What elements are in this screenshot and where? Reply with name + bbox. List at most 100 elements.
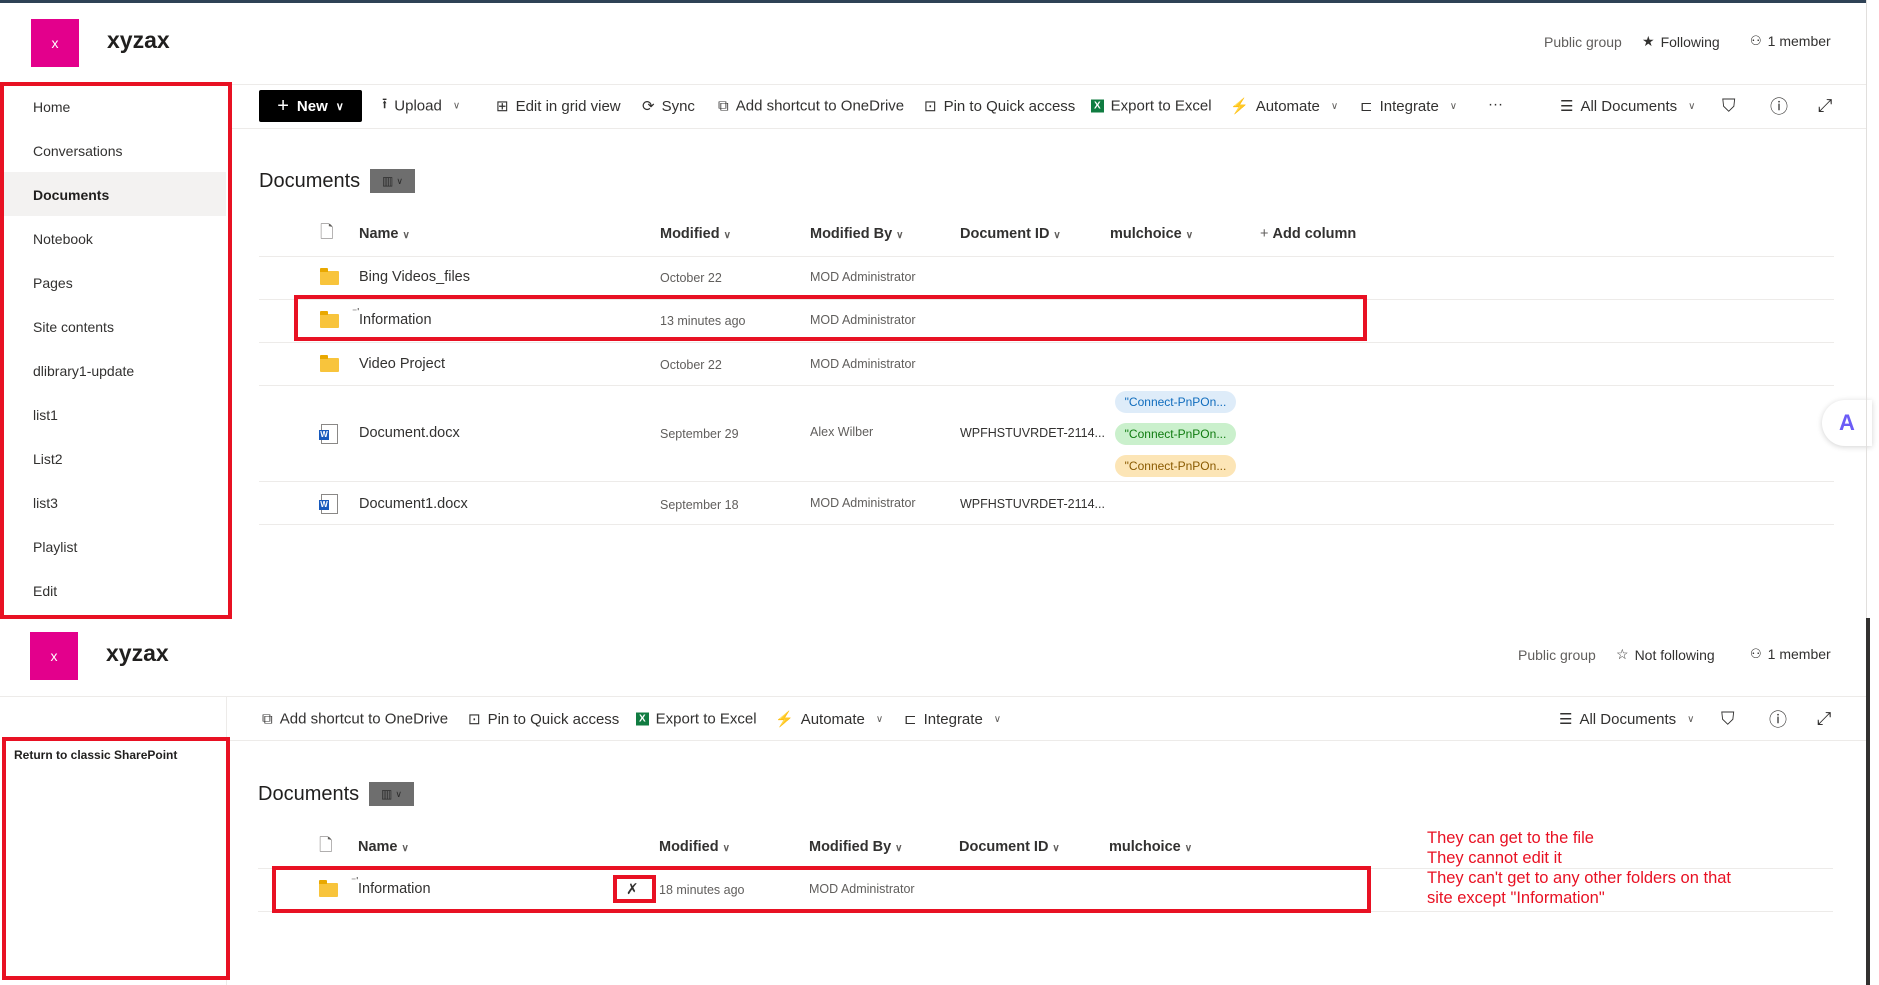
upload-icon: ⭱ — [382, 95, 388, 113]
chevron-down-icon: ∨ — [396, 175, 403, 186]
more-button[interactable]: ··· — [1488, 96, 1503, 113]
view-options-button[interactable]: ▥ ∨ — [369, 782, 414, 806]
row-name-link[interactable]: Document.docx — [359, 425, 460, 441]
nav-edit[interactable]: Edit — [33, 583, 57, 599]
row-name-link[interactable]: Information — [358, 881, 431, 897]
col-modified[interactable]: Modified ∨ — [659, 839, 730, 855]
site-logo[interactable]: x — [31, 19, 79, 67]
info-icon[interactable]: ⓘ — [1770, 93, 1788, 119]
nav-pages[interactable]: Pages — [33, 275, 73, 291]
automate-label: Automate — [800, 710, 865, 728]
col-modified-by[interactable]: Modified By ∨ — [810, 226, 904, 242]
view-options-button[interactable]: ▥ ∨ — [370, 169, 415, 193]
view-selector[interactable]: ☰ All Documents ∨ — [1559, 710, 1694, 729]
col-name[interactable]: Name ∨ — [359, 226, 410, 242]
sync-button[interactable]: ⟳ Sync — [642, 97, 695, 116]
divider — [259, 256, 1834, 257]
excel-icon: X — [636, 712, 649, 726]
add-shortcut-button[interactable]: ⧉ Add shortcut to OneDrive — [262, 711, 448, 728]
star-outline-icon: ☆ — [1616, 646, 1629, 662]
col-modified-by[interactable]: Modified By ∨ — [809, 839, 903, 855]
divider — [259, 481, 1834, 482]
automate-icon: ⚡ — [1230, 98, 1249, 115]
follow-button[interactable]: ★ Following — [1642, 33, 1720, 50]
divider — [259, 342, 1834, 343]
members-label: 1 member — [1767, 646, 1831, 662]
site-title[interactable]: xyzax — [107, 27, 170, 54]
word-file-icon — [319, 494, 338, 514]
nav-dlibrary1-update[interactable]: dlibrary1-update — [33, 363, 134, 379]
nav-conversations[interactable]: Conversations — [33, 143, 123, 159]
col-document-id[interactable]: Document ID ∨ — [960, 226, 1061, 242]
filter-icon[interactable]: ⛉ — [1722, 96, 1736, 117]
nav-playlist[interactable]: Playlist — [33, 539, 77, 555]
folder-icon — [320, 268, 339, 285]
folder-icon — [320, 355, 339, 372]
new-button[interactable]: + New ∨ — [259, 90, 362, 122]
nav-list2[interactable]: List2 — [33, 451, 63, 467]
members-button[interactable]: ⚇ 1 member — [1750, 646, 1831, 662]
automate-label: Automate — [1255, 97, 1320, 115]
divider — [230, 128, 1866, 129]
nav-list3[interactable]: list3 — [33, 495, 58, 511]
follow-button[interactable]: ☆ Not following — [1616, 646, 1715, 663]
automate-button[interactable]: ⚡ Automate ∨ — [775, 710, 883, 729]
chevron-down-icon: ∨ — [1688, 100, 1696, 112]
site-logo[interactable]: x — [30, 632, 78, 680]
add-shortcut-label: Add shortcut to OneDrive — [735, 97, 905, 115]
pin-button[interactable]: ⊡ Pin to Quick access — [468, 710, 619, 729]
shortcut-icon: ⧉ — [262, 710, 273, 728]
site-title[interactable]: xyzax — [106, 640, 169, 667]
filter-icon[interactable]: ⛉ — [1721, 709, 1735, 730]
add-column-button[interactable]: + Add column — [1260, 226, 1356, 242]
col-name[interactable]: Name ∨ — [358, 839, 409, 855]
expand-icon[interactable]: ⤢ — [1818, 96, 1832, 117]
choice-chip: "Connect-PnPOn... — [1115, 391, 1236, 413]
pin-button[interactable]: ⊡ Pin to Quick access — [924, 97, 1075, 116]
col-modified[interactable]: Modified ∨ — [660, 226, 731, 242]
top-border — [0, 0, 1866, 3]
folder-icon — [319, 880, 338, 897]
nav-return-classic[interactable]: Return to classic SharePoint — [14, 748, 177, 762]
nav-site-contents[interactable]: Site contents — [33, 319, 114, 335]
chevron-down-icon: ∨ — [722, 843, 730, 854]
row-modified: September 29 — [660, 427, 739, 441]
export-excel-button[interactable]: X Export to Excel — [1091, 98, 1212, 115]
view-label: All Documents — [1579, 710, 1677, 728]
integrate-button[interactable]: ⊏ Integrate ∨ — [1360, 97, 1457, 116]
automate-button[interactable]: ⚡ Automate ∨ — [1230, 97, 1338, 116]
annotation-line: They cannot edit it — [1427, 849, 1562, 867]
add-shortcut-button[interactable]: ⧉ Add shortcut to OneDrive — [718, 98, 904, 115]
col-mulchoice[interactable]: mulchoice ∨ — [1109, 839, 1192, 855]
view-selector[interactable]: ☰ All Documents ∨ — [1560, 97, 1696, 116]
person-icon: ⚇ — [1750, 646, 1762, 661]
row-name-link[interactable]: Information — [359, 312, 432, 328]
col-mulchoice[interactable]: mulchoice ∨ — [1110, 226, 1193, 242]
edit-grid-button[interactable]: ⊞ Edit in grid view — [496, 97, 621, 116]
file-type-icon: 🗋 — [319, 835, 333, 855]
assistant-icon[interactable]: A — [1822, 400, 1872, 446]
nav-documents[interactable]: Documents — [33, 187, 109, 203]
row-name-link[interactable]: Bing Videos_files — [359, 269, 470, 285]
chevron-down-icon: ∨ — [896, 230, 904, 241]
group-type: Public group — [1518, 647, 1596, 663]
chevron-down-icon: ∨ — [1052, 843, 1060, 854]
export-excel-button[interactable]: X Export to Excel — [636, 711, 757, 728]
row-name-link[interactable]: Document1.docx — [359, 496, 468, 512]
integrate-button[interactable]: ⊏ Integrate ∨ — [904, 710, 1001, 729]
members-button[interactable]: ⚇ 1 member — [1750, 33, 1831, 49]
info-icon[interactable]: ⓘ — [1769, 706, 1787, 732]
upload-button[interactable]: ⭱ Upload ∨ — [382, 94, 460, 119]
expand-icon[interactable]: ⤢ — [1817, 709, 1831, 730]
row-name-link[interactable]: Video Project — [359, 356, 445, 372]
nav-home[interactable]: Home — [33, 99, 70, 115]
scrollbar[interactable] — [1866, 618, 1870, 985]
col-document-id[interactable]: Document ID ∨ — [959, 839, 1060, 855]
divider — [230, 84, 1866, 85]
chevron-down-icon: ∨ — [452, 100, 461, 112]
nav-notebook[interactable]: Notebook — [33, 231, 93, 247]
row-modified: September 18 — [660, 498, 739, 512]
members-label: 1 member — [1767, 33, 1831, 49]
pin-icon: ⊡ — [924, 98, 937, 115]
nav-list1[interactable]: list1 — [33, 407, 58, 423]
